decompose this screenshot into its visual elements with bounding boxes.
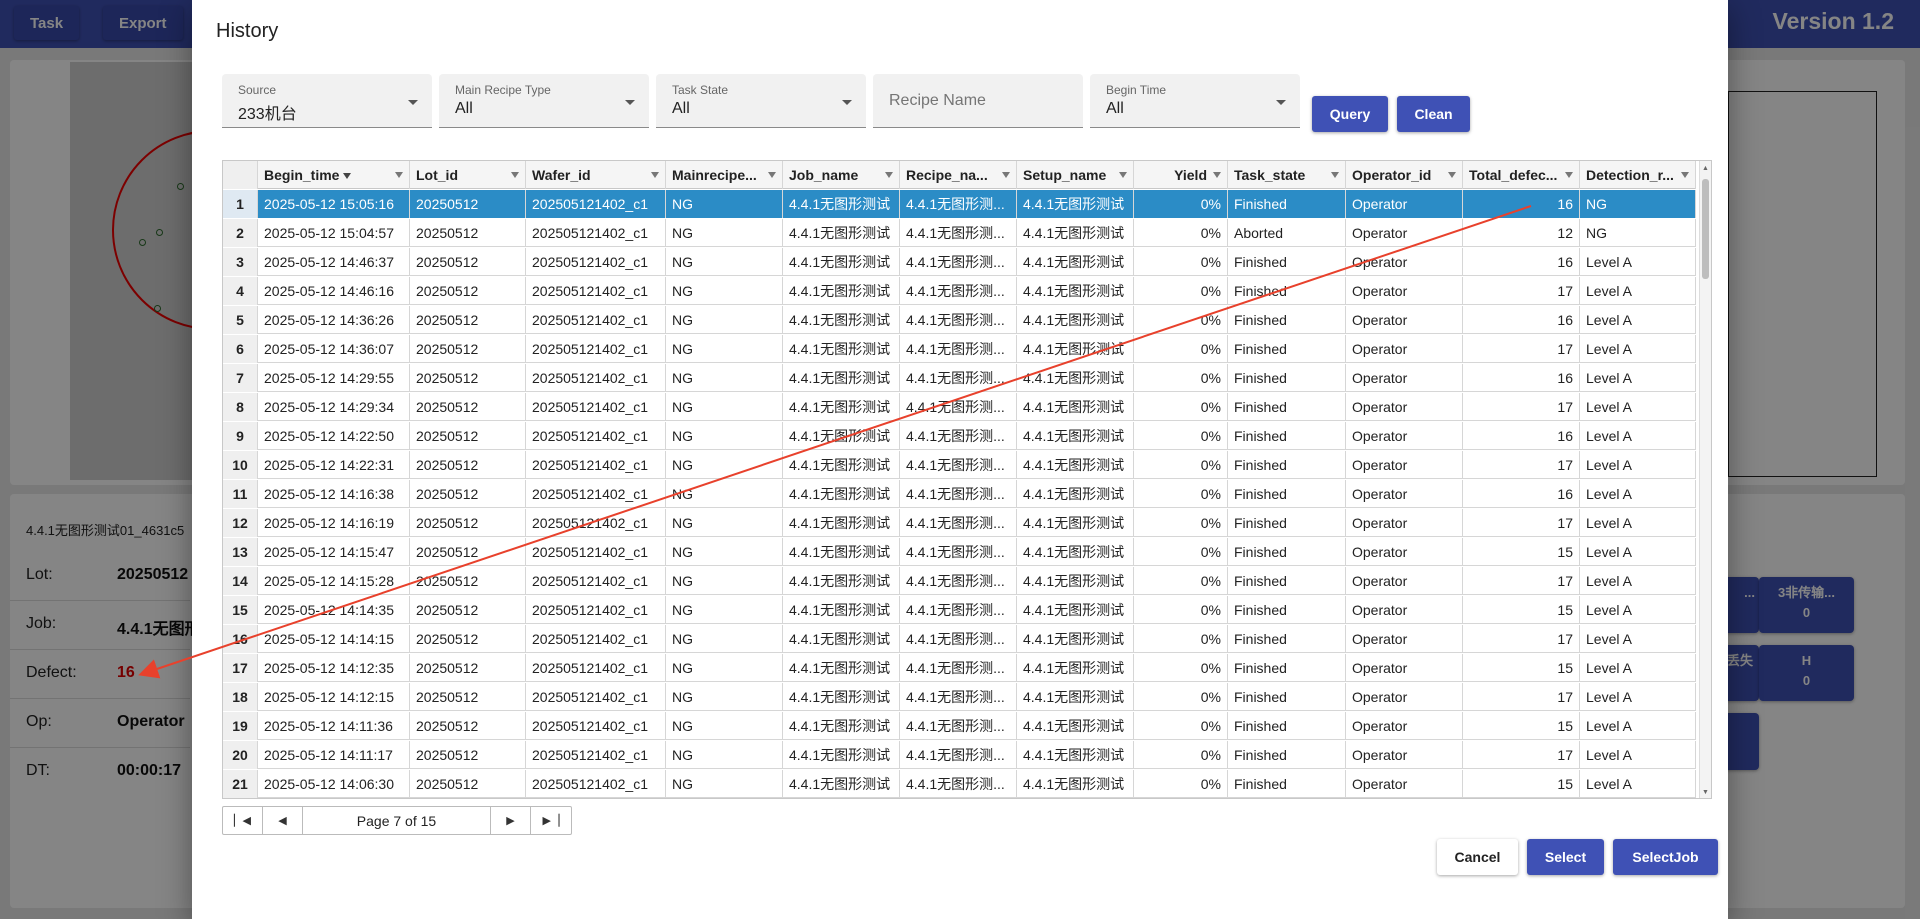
annotation-arrow bbox=[138, 205, 1532, 679]
